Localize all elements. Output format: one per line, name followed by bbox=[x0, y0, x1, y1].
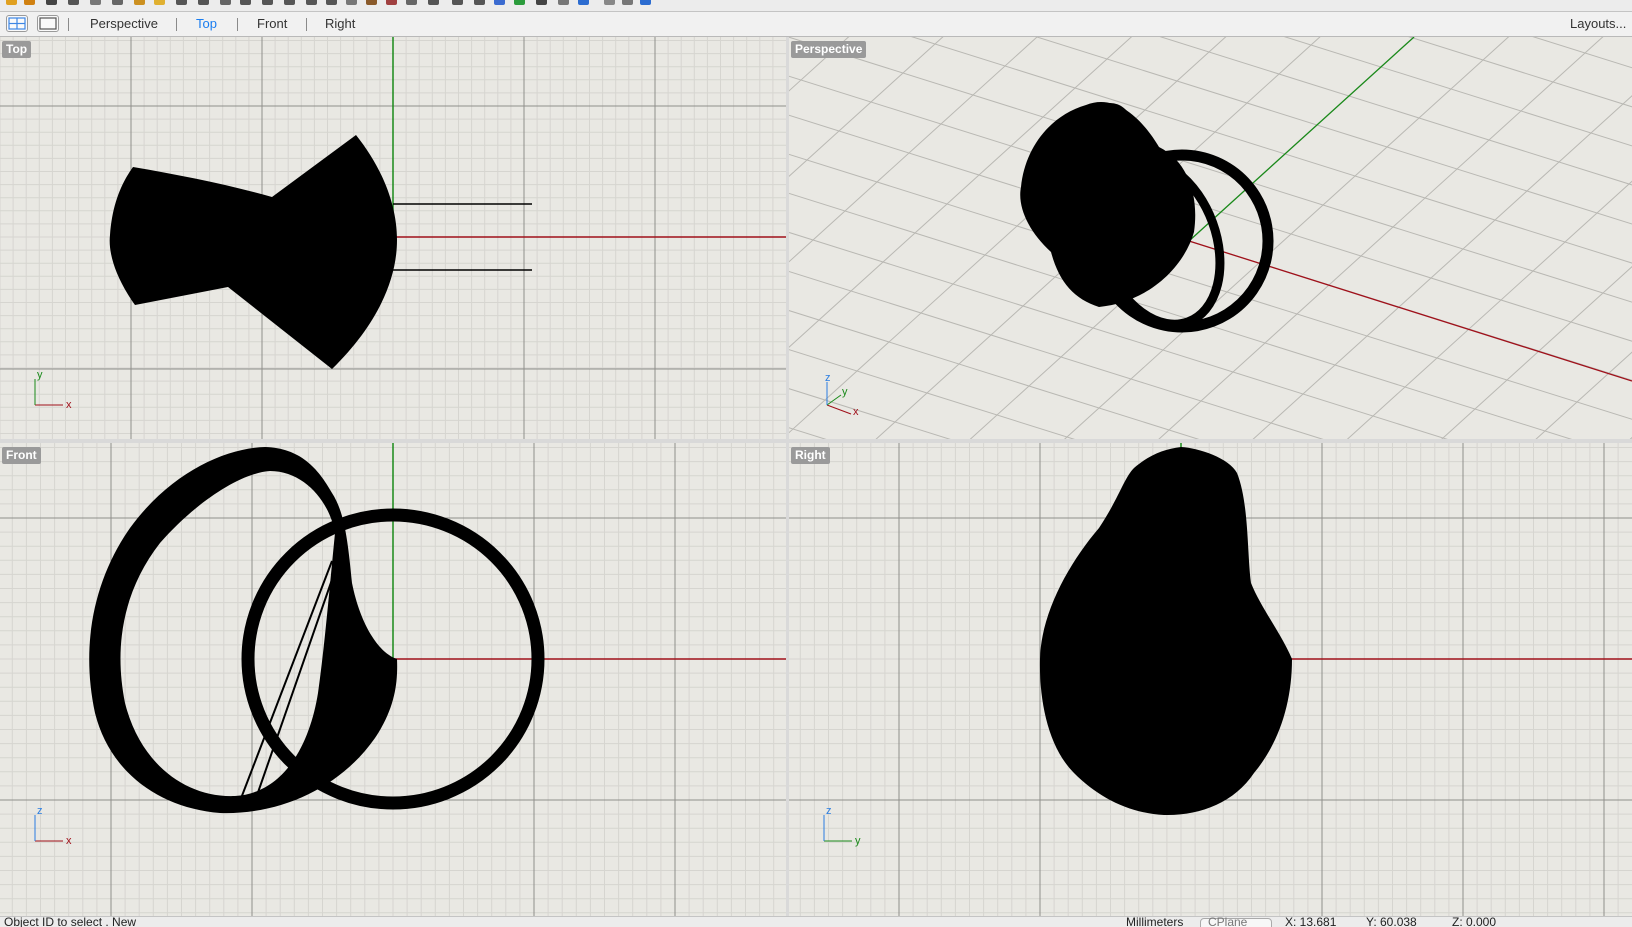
tab-right[interactable]: Right bbox=[323, 12, 357, 36]
viewport-tab-bar: Perspective Top Front Right Layouts... bbox=[0, 12, 1632, 37]
paste-icon[interactable] bbox=[134, 0, 145, 5]
zoom-window-icon[interactable] bbox=[284, 0, 295, 5]
lock-icon[interactable] bbox=[494, 0, 505, 5]
front-viewport[interactable]: x z Front bbox=[0, 443, 786, 916]
status-bar: Object ID to select . New Millimeters CP… bbox=[0, 916, 1632, 927]
zoom-icon[interactable] bbox=[262, 0, 273, 5]
shade-icon[interactable] bbox=[406, 0, 417, 5]
surface-object[interactable] bbox=[1020, 102, 1281, 341]
save-icon[interactable] bbox=[46, 0, 57, 5]
command-prompt[interactable]: Object ID to select . New bbox=[4, 917, 136, 927]
copy-icon[interactable] bbox=[90, 0, 101, 5]
x-axis-line bbox=[1188, 240, 1632, 382]
pan-icon[interactable] bbox=[220, 0, 231, 5]
axis-label-v: z bbox=[37, 805, 43, 817]
front-viewport-canvas: x z bbox=[0, 443, 786, 916]
axis-label-x: x bbox=[853, 406, 859, 418]
axis-label-h: y bbox=[855, 835, 861, 847]
single-view-layout-button[interactable] bbox=[37, 15, 59, 32]
perspective-viewport-canvas: x y z bbox=[789, 37, 1632, 439]
new-file-icon[interactable] bbox=[6, 0, 17, 5]
coord-z: Z: 0.000 bbox=[1452, 916, 1497, 927]
tab-top[interactable]: Top bbox=[194, 12, 219, 36]
clipboard-icon[interactable] bbox=[154, 0, 165, 5]
light-icon[interactable] bbox=[536, 0, 547, 5]
toolbar-strip bbox=[0, 0, 1632, 12]
single-view-icon bbox=[39, 17, 57, 30]
axis-label-v: z bbox=[826, 805, 832, 817]
zoom-extents-icon[interactable] bbox=[306, 0, 317, 5]
globe-icon[interactable] bbox=[578, 0, 589, 5]
layouts-button[interactable]: Layouts... bbox=[1568, 12, 1628, 36]
grid-icon[interactable] bbox=[346, 0, 357, 5]
camera-icon[interactable] bbox=[558, 0, 569, 5]
axis-label-h: x bbox=[66, 835, 72, 847]
tab-separator bbox=[176, 18, 177, 31]
layer-icon[interactable] bbox=[366, 0, 377, 5]
viewport-title-top[interactable]: Top bbox=[2, 41, 32, 58]
perspective-viewport[interactable]: x y z Perspective bbox=[789, 37, 1632, 439]
undo-icon[interactable] bbox=[176, 0, 187, 5]
coord-y: Y: 60.038 bbox=[1366, 916, 1417, 927]
rotate-view-icon[interactable] bbox=[240, 0, 251, 5]
axis-gizmo: x y bbox=[34, 369, 72, 411]
help-icon[interactable] bbox=[640, 0, 651, 5]
surface-object[interactable] bbox=[109, 135, 397, 369]
axis-label-h: x bbox=[66, 399, 72, 411]
tab-separator bbox=[68, 18, 69, 31]
axis-label-z: z bbox=[825, 372, 831, 384]
top-viewport-canvas: x y bbox=[0, 37, 786, 439]
render-icon[interactable] bbox=[428, 0, 439, 5]
tab-front[interactable]: Front bbox=[255, 12, 289, 36]
print-icon[interactable] bbox=[68, 0, 79, 5]
units-label: Millimeters bbox=[1126, 916, 1184, 927]
open-file-icon[interactable] bbox=[24, 0, 35, 5]
tab-separator bbox=[237, 18, 238, 31]
viewport-title-right[interactable]: Right bbox=[791, 447, 830, 464]
four-view-icon bbox=[8, 17, 26, 30]
osnap-icon[interactable] bbox=[474, 0, 485, 5]
tab-perspective[interactable]: Perspective bbox=[88, 12, 160, 36]
material-icon[interactable] bbox=[514, 0, 525, 5]
four-view-layout-button[interactable] bbox=[6, 15, 28, 32]
y-axis-line bbox=[1188, 37, 1415, 242]
redo-icon[interactable] bbox=[198, 0, 209, 5]
right-viewport[interactable]: y z Right bbox=[789, 443, 1632, 916]
right-viewport-canvas: y z bbox=[789, 443, 1632, 916]
cut-icon[interactable] bbox=[112, 0, 123, 5]
dropdown-icon[interactable] bbox=[604, 0, 615, 5]
properties-icon[interactable] bbox=[386, 0, 397, 5]
top-viewport[interactable]: x y Top bbox=[0, 37, 786, 439]
viewport-title-perspective[interactable]: Perspective bbox=[791, 41, 867, 58]
transform-icon[interactable] bbox=[622, 0, 633, 5]
coord-x: X: 13.681 bbox=[1285, 916, 1337, 927]
snap-icon[interactable] bbox=[452, 0, 463, 5]
select-icon[interactable] bbox=[326, 0, 337, 5]
viewport-title-front[interactable]: Front bbox=[2, 447, 41, 464]
cplane-value: CPlane bbox=[1208, 916, 1248, 927]
axis-label-v: y bbox=[37, 369, 43, 381]
tab-separator bbox=[306, 18, 307, 31]
surface-object[interactable] bbox=[1039, 447, 1292, 816]
axis-label-y: y bbox=[842, 386, 848, 398]
